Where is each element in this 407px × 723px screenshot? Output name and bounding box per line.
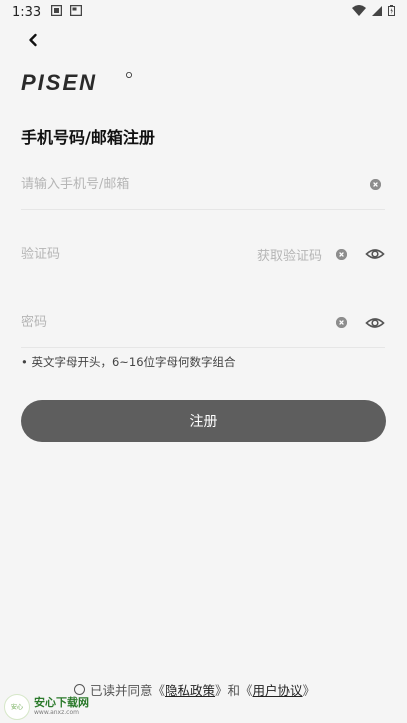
register-button[interactable]: 注册 (21, 400, 386, 442)
page-title: 手机号码/邮箱注册 (21, 128, 155, 147)
pisen-logo: PISEN (21, 70, 136, 100)
svg-text:PISEN: PISEN (21, 70, 97, 95)
watermark-url: www.anxz.com (34, 709, 79, 716)
code-input[interactable] (21, 229, 257, 279)
wifi-icon (352, 4, 366, 20)
password-field-row (21, 298, 385, 348)
account-field-row (21, 160, 385, 210)
eye-icon (365, 317, 385, 328)
watermark-text: 安心下载网 www.anxz.com (34, 697, 89, 716)
toggle-password-visibility-button[interactable] (365, 313, 385, 333)
user-agreement-link[interactable]: 用户协议 (253, 680, 303, 699)
privacy-policy-link[interactable]: 隐私政策 (165, 680, 215, 699)
agreement-suffix: 》 (302, 683, 316, 698)
clear-icon (336, 317, 347, 328)
signal-icon (372, 5, 382, 20)
password-input[interactable] (21, 298, 336, 347)
battery-icon (388, 4, 395, 20)
get-code-button[interactable]: 获取验证码 (257, 245, 322, 264)
back-button[interactable] (22, 30, 44, 52)
media-icon (69, 4, 83, 20)
clear-icon (370, 179, 381, 190)
watermark-badge: 安心 (4, 693, 30, 720)
clear-code-button[interactable] (336, 248, 347, 260)
notification-icon (50, 4, 63, 20)
status-right (352, 4, 395, 20)
eye-icon (365, 249, 385, 259)
watermark: 安心 安心下载网 www.anxz.com (0, 690, 104, 723)
code-field-row: 获取验证码 (21, 229, 385, 279)
status-time: 1:33 (12, 4, 42, 20)
account-input[interactable] (21, 160, 370, 209)
watermark-title: 安心下载网 (34, 696, 89, 709)
password-hint: • 英文字母开头，6~16位字母何数字组合 (21, 355, 236, 369)
toggle-code-visibility-button[interactable] (365, 244, 385, 264)
agreement-row: 已读并同意《 隐私政策 》和《 用户协议 》 (74, 680, 315, 699)
chevron-left-icon (28, 32, 38, 51)
clear-icon (336, 248, 347, 260)
clear-password-button[interactable] (336, 317, 347, 328)
agreement-middle: 》和《 (215, 683, 253, 698)
clear-account-button[interactable] (370, 179, 381, 190)
status-bar: 1:33 (0, 0, 407, 24)
